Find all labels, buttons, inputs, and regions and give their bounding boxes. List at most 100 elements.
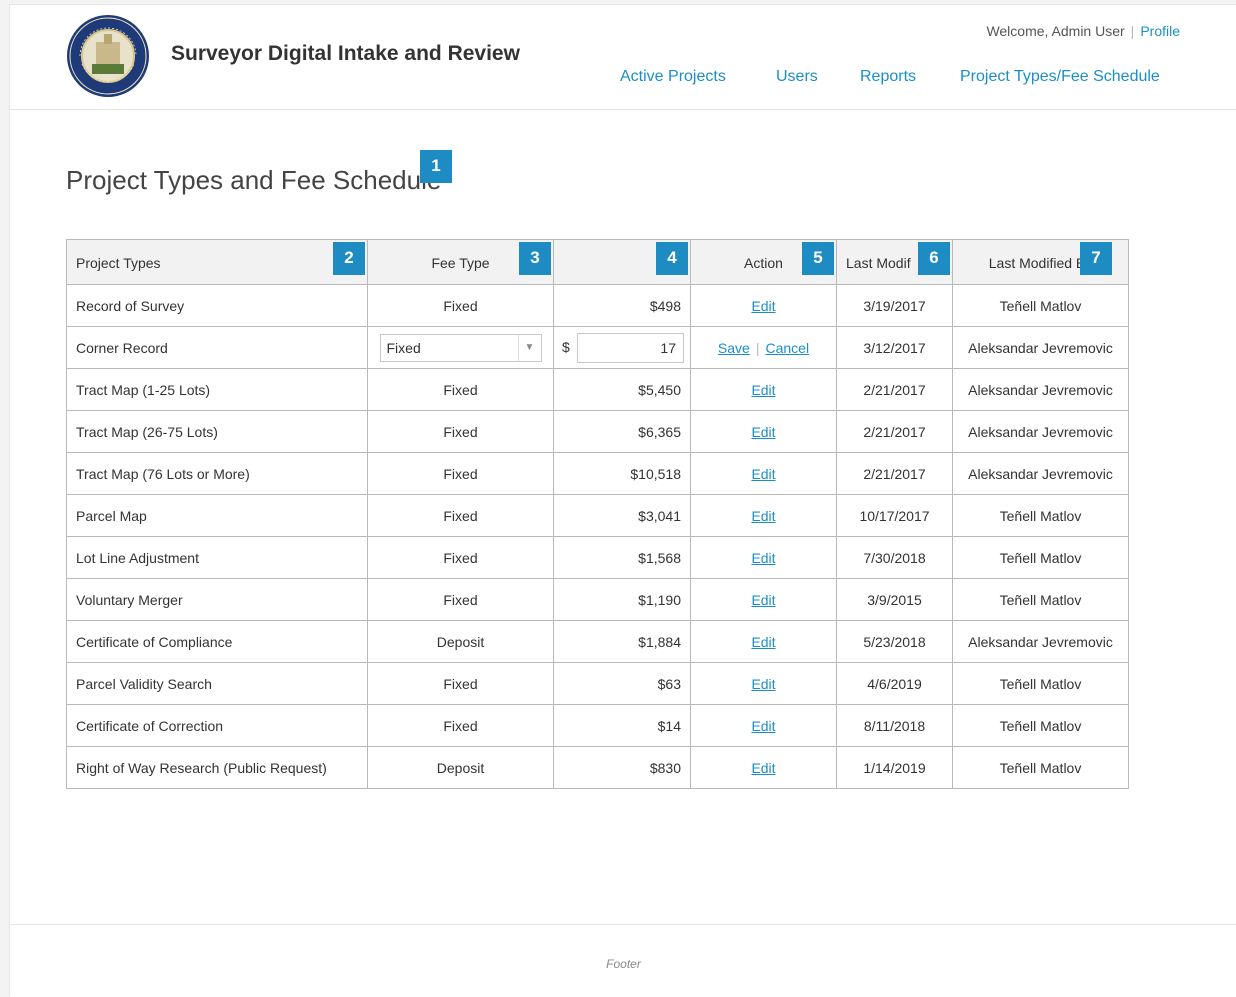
cell-last-modified-by: Aleksandar Jevremovic <box>952 368 1129 411</box>
cell-fee-type: Deposit <box>367 620 554 663</box>
cell-amount: $ 17 <box>553 326 691 369</box>
column-header-last-modified-by[interactable]: Last Modified By 7 <box>952 239 1129 285</box>
column-header-label: Fee Type <box>431 255 490 271</box>
fee-schedule-table: Project Types 2 Fee Type 3 4 Action 5 La… <box>66 239 1129 789</box>
cell-last-modified-by: Aleksandar Jevremovic <box>952 452 1129 495</box>
cell-amount: $1,190 <box>553 578 691 621</box>
nav-active-projects[interactable]: Active Projects <box>620 68 726 86</box>
save-link[interactable]: Save <box>718 340 750 356</box>
profile-link[interactable]: Profile <box>1140 23 1180 39</box>
table-header-row: Project Types 2 Fee Type 3 4 Action 5 La… <box>66 239 1129 285</box>
footer-text: Footer <box>606 957 641 971</box>
edit-link[interactable]: Edit <box>751 424 775 440</box>
cell-last-modified-by: Teñell Matlov <box>952 494 1129 537</box>
cell-last-modified: 4/6/2019 <box>836 662 953 705</box>
nav-users[interactable]: Users <box>776 68 818 86</box>
cell-action: Edit <box>690 578 837 621</box>
action-separator: | <box>755 339 760 356</box>
page-title: Project Types and Fee Schedule <box>66 165 442 195</box>
edit-link[interactable]: Edit <box>751 550 775 566</box>
cell-last-modified-by: Teñell Matlov <box>952 704 1129 747</box>
cell-project-type: Parcel Validity Search <box>66 662 368 705</box>
cell-fee-type: Fixed <box>367 578 554 621</box>
cell-project-type: Certificate of Compliance <box>66 620 368 663</box>
annotation-badge-7: 7 <box>1080 242 1112 275</box>
annotation-badge-3: 3 <box>519 242 551 275</box>
cell-last-modified-by: Teñell Matlov <box>952 578 1129 621</box>
cell-action: Save | Cancel <box>690 326 837 369</box>
cell-amount: $6,365 <box>553 410 691 453</box>
app-window: Surveyor Digital Intake and Review Welco… <box>9 4 1236 997</box>
edit-link[interactable]: Edit <box>751 760 775 776</box>
cell-last-modified: 3/12/2017 <box>836 326 953 369</box>
cell-last-modified: 2/21/2017 <box>836 368 953 411</box>
column-header-last-modified[interactable]: Last Modif 6 <box>836 239 953 285</box>
column-header-action: Action 5 <box>690 239 837 285</box>
cell-last-modified-by: Aleksandar Jevremovic <box>952 620 1129 663</box>
cell-last-modified: 3/9/2015 <box>836 578 953 621</box>
edit-link[interactable]: Edit <box>751 676 775 692</box>
nav-project-types-fee-schedule[interactable]: Project Types/Fee Schedule <box>960 68 1160 86</box>
cell-project-type: Tract Map (26-75 Lots) <box>66 410 368 453</box>
cell-last-modified-by: Teñell Matlov <box>952 536 1129 579</box>
amount-input[interactable]: 17 <box>577 332 684 363</box>
edit-link[interactable]: Edit <box>751 508 775 524</box>
column-header-label: Project Types <box>76 255 161 271</box>
cell-fee-type: Fixed ▼ <box>367 326 554 369</box>
table-row: Certificate of Correction Fixed $14 Edit… <box>66 704 1129 747</box>
cell-last-modified-by: Aleksandar Jevremovic <box>952 410 1129 453</box>
cell-amount: $1,568 <box>553 536 691 579</box>
cell-last-modified: 1/14/2019 <box>836 746 953 789</box>
cell-last-modified: 8/11/2018 <box>836 704 953 747</box>
county-seal-logo[interactable] <box>66 14 150 98</box>
chevron-down-icon[interactable]: ▼ <box>517 334 541 361</box>
edit-link[interactable]: Edit <box>751 466 775 482</box>
cell-last-modified: 2/21/2017 <box>836 452 953 495</box>
cell-last-modified-by: Teñell Matlov <box>952 662 1129 705</box>
cell-action: Edit <box>690 620 837 663</box>
edit-link[interactable]: Edit <box>751 592 775 608</box>
column-header-amount[interactable]: 4 <box>553 239 691 285</box>
cell-last-modified: 10/17/2017 <box>836 494 953 537</box>
app-title: Surveyor Digital Intake and Review <box>171 42 520 65</box>
cell-action: Edit <box>690 284 837 327</box>
site-header: Surveyor Digital Intake and Review Welco… <box>10 5 1236 110</box>
cell-last-modified-by: Aleksandar Jevremovic <box>952 326 1129 369</box>
edit-link[interactable]: Edit <box>751 718 775 734</box>
cell-amount: $1,884 <box>553 620 691 663</box>
cell-action: Edit <box>690 368 837 411</box>
cancel-link[interactable]: Cancel <box>765 340 809 356</box>
cell-action: Edit <box>690 410 837 453</box>
cell-action: Edit <box>690 536 837 579</box>
column-header-label: Last Modif <box>846 255 911 271</box>
cell-project-type: Certificate of Correction <box>66 704 368 747</box>
table-row: Parcel Map Fixed $3,041 Edit 10/17/2017 … <box>66 494 1129 537</box>
column-header-fee-type[interactable]: Fee Type 3 <box>367 239 554 285</box>
edit-link[interactable]: Edit <box>751 634 775 650</box>
cell-action: Edit <box>690 704 837 747</box>
cell-fee-type: Fixed <box>367 284 554 327</box>
cell-project-type: Voluntary Merger <box>66 578 368 621</box>
table-row: Lot Line Adjustment Fixed $1,568 Edit 7/… <box>66 536 1129 579</box>
table-row: Tract Map (76 Lots or More) Fixed $10,51… <box>66 452 1129 495</box>
table-row-editing: Corner Record Fixed ▼ $ 17 Save | Cancel <box>66 326 1129 369</box>
cell-fee-type: Fixed <box>367 536 554 579</box>
welcome-text: Welcome, Admin User <box>986 23 1125 39</box>
column-header-project-types[interactable]: Project Types 2 <box>66 239 368 285</box>
cell-fee-type: Deposit <box>367 746 554 789</box>
cell-project-type: Record of Survey <box>66 284 368 327</box>
edit-link[interactable]: Edit <box>751 298 775 314</box>
fee-type-select[interactable]: Fixed ▼ <box>379 333 542 362</box>
cell-action: Edit <box>690 662 837 705</box>
user-bar: Welcome, Admin User | Profile <box>986 23 1180 39</box>
nav-reports[interactable]: Reports <box>860 68 916 86</box>
table-row: Tract Map (26-75 Lots) Fixed $6,365 Edit… <box>66 410 1129 453</box>
cell-project-type: Lot Line Adjustment <box>66 536 368 579</box>
user-bar-separator: | <box>1130 23 1135 39</box>
cell-project-type: Parcel Map <box>66 494 368 537</box>
table-row: Certificate of Compliance Deposit $1,884… <box>66 620 1129 663</box>
cell-fee-type: Fixed <box>367 662 554 705</box>
edit-link[interactable]: Edit <box>751 382 775 398</box>
cell-last-modified-by: Teñell Matlov <box>952 746 1129 789</box>
cell-amount: $5,450 <box>553 368 691 411</box>
